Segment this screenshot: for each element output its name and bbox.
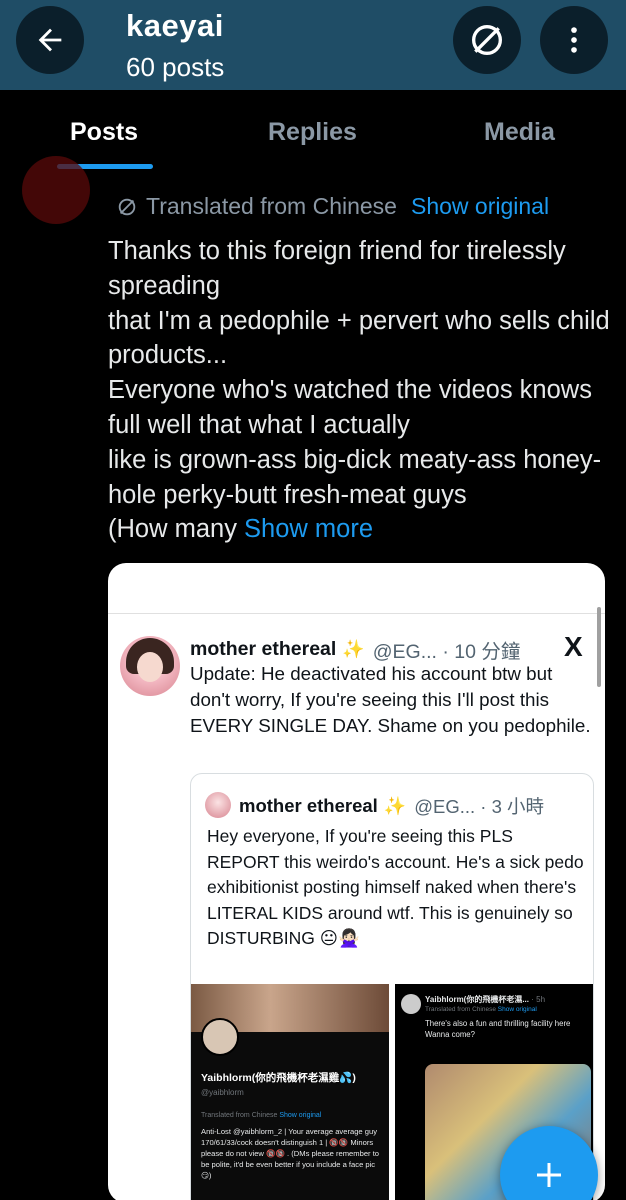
- inner-author-name: mother ethereal: [239, 795, 378, 816]
- tab-posts[interactable]: Posts: [70, 118, 138, 147]
- profile-tabs: Posts Replies Media: [0, 90, 626, 174]
- image-scrollbar: [597, 607, 601, 687]
- translation-notice: Translated from Chinese Show original: [116, 193, 549, 220]
- post-image[interactable]: mother ethereal ✨ @EG... · 10 分鐘 X Updat…: [108, 563, 605, 1200]
- muted-button[interactable]: [453, 6, 521, 74]
- quote-handle-time: @EG... · 10 分鐘: [372, 641, 521, 663]
- profile-screenshot: Yaibhlorm(你的飛機杯老濕雞💦) @yaibhlorm Translat…: [191, 984, 389, 1200]
- profile-header: kaeyai 60 posts: [0, 0, 626, 90]
- screenshot-post-text: There's also a fun and thrilling facilit…: [425, 1019, 571, 1039]
- post-text: Thanks to this foreign friend for tirele…: [108, 234, 618, 547]
- avatar[interactable]: [22, 156, 90, 224]
- screenshot-translation: Translated from Chinese Show original: [425, 1006, 537, 1013]
- show-more-link[interactable]: Show more: [244, 515, 373, 543]
- post-body-text: Thanks to this foreign friend for tirele…: [108, 237, 610, 544]
- image-divider: [108, 613, 605, 614]
- tab-replies[interactable]: Replies: [268, 118, 357, 147]
- profile-pic: [201, 1018, 239, 1056]
- screenshot-post-header: Yaibhlorm(你的飛機杯老濕... · 5h: [425, 995, 546, 1004]
- profile-name: kaeyai: [126, 8, 224, 43]
- sparkle-icon: ✨: [342, 639, 365, 659]
- quote-header: mother ethereal ✨ @EG... · 10 分鐘: [190, 635, 520, 664]
- quote-avatar: [120, 636, 180, 696]
- screenshot-profile-name: Yaibhlorm(你的飛機杯老濕雞💦): [201, 1072, 356, 1084]
- screenshot-profile-handle: @yaibhlorm: [201, 1088, 244, 1097]
- inner-avatar: [205, 792, 231, 818]
- inner-text: Hey everyone, If you're seeing this PLS …: [207, 826, 584, 949]
- quote-author-name: mother ethereal: [190, 638, 337, 660]
- sparkle-icon: ✨: [383, 795, 407, 816]
- x-logo-icon: X: [564, 631, 583, 662]
- screenshot-translation: Translated from Chinese Show original: [201, 1112, 322, 1119]
- screenshot-profile-bio: Anti-Lost @yaibhlorm_2 | Your average av…: [201, 1127, 380, 1180]
- quote-text: Update: He deactivated his account btw b…: [190, 663, 591, 736]
- plus-icon: [537, 1163, 561, 1187]
- translated-label: Translated from Chinese: [146, 193, 397, 219]
- inner-header: mother ethereal ✨ @EG... · 3 小時: [239, 793, 544, 819]
- show-original-link[interactable]: Show original: [411, 193, 549, 220]
- post-count: 60 posts: [126, 52, 225, 82]
- more-vertical-icon: [571, 27, 577, 53]
- screenshot-avatar: [401, 994, 421, 1014]
- back-arrow-icon: [38, 28, 62, 52]
- no-symbol-icon: [472, 25, 502, 55]
- more-options-button[interactable]: [540, 6, 608, 74]
- back-button[interactable]: [16, 6, 84, 74]
- translate-icon: [118, 198, 136, 215]
- tab-media[interactable]: Media: [484, 118, 555, 147]
- inner-handle-time: @EG... · 3 小時: [414, 796, 545, 817]
